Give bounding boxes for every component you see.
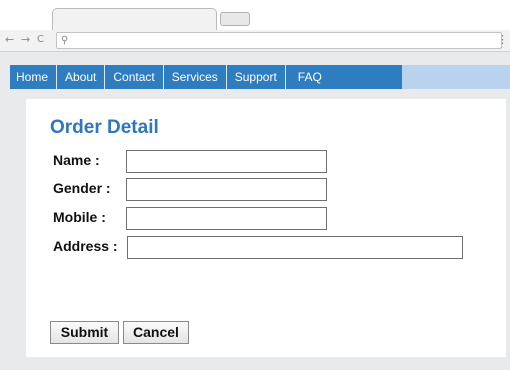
name-label: Name : (53, 152, 100, 168)
mobile-label: Mobile : (53, 209, 106, 225)
name-input[interactable] (126, 150, 327, 173)
cancel-button[interactable]: Cancel (123, 321, 189, 344)
nav-item-faq[interactable]: FAQ (286, 65, 330, 89)
browser-tab[interactable] (52, 8, 217, 32)
tab-strip (0, 0, 510, 32)
nav-item-about[interactable]: About (57, 65, 106, 89)
page-title: Order Detail (50, 117, 159, 138)
mobile-input[interactable] (126, 207, 327, 230)
order-form-panel: Order Detail Name : Gender : Mobile : Ad… (26, 99, 506, 357)
address-label: Address : (53, 238, 118, 254)
back-arrow-icon[interactable]: ← (5, 32, 14, 48)
search-icon: ⚲ (61, 35, 69, 46)
nav-item-home[interactable]: Home (10, 65, 58, 89)
gender-label: Gender : (53, 180, 111, 196)
navbar-menu: Home About Contact Services Support FAQ (10, 65, 402, 89)
gender-input[interactable] (126, 178, 327, 201)
nav-item-contact[interactable]: Contact (105, 65, 164, 89)
top-navbar: Home About Contact Services Support FAQ (10, 65, 510, 89)
new-tab-button[interactable] (220, 12, 250, 26)
address-input[interactable] (127, 236, 463, 259)
nav-item-services[interactable]: Services (164, 65, 227, 89)
nav-item-support[interactable]: Support (227, 65, 286, 89)
reload-icon[interactable]: C (37, 32, 44, 48)
browser-menu-icon[interactable]: ⋮ (497, 33, 508, 47)
browser-toolbar: ← → C ⚲ ⋮ (0, 30, 510, 52)
address-bar[interactable]: ⚲ (56, 32, 502, 49)
page-viewport: Home About Contact Services Support FAQ … (0, 52, 510, 370)
forward-arrow-icon[interactable]: → (21, 32, 30, 48)
submit-button[interactable]: Submit (50, 321, 119, 344)
